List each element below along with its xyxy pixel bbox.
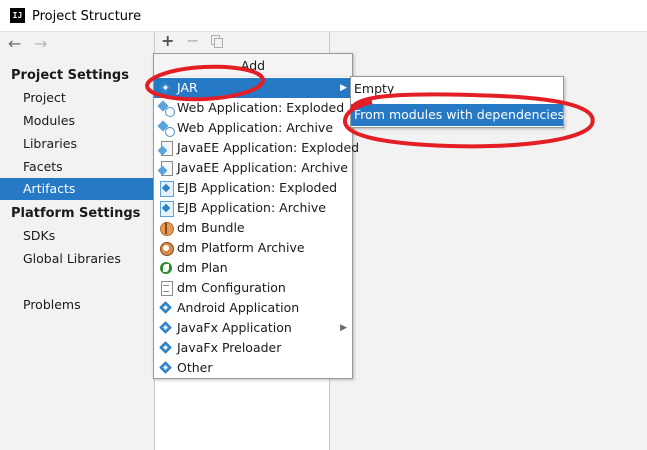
project-settings-header: Project Settings (11, 68, 129, 83)
menu-item-label: Android Application (177, 300, 300, 315)
sidebar-item-sdks[interactable]: SDKs (0, 225, 154, 247)
submenu-arrow-icon: ▶ (340, 83, 347, 93)
ejb-icon (159, 181, 174, 197)
other-icon (159, 361, 173, 375)
sidebar-item-libraries[interactable]: Libraries (0, 133, 154, 155)
menu-item-other[interactable]: Other (154, 358, 352, 378)
menu-item-dm-configuration[interactable]: dm Configuration (154, 278, 352, 298)
menu-item-javafx-preloader[interactable]: JavaFx Preloader (154, 338, 352, 358)
sidebar-item-problems[interactable]: Problems (0, 294, 154, 316)
plan-icon (159, 261, 173, 275)
sidebar-item-global-libraries[interactable]: Global Libraries (0, 248, 154, 270)
bundle-icon (159, 221, 174, 236)
menu-item-ejb-archive[interactable]: EJB Application: Archive (154, 198, 352, 218)
title-bar: IJ Project Structure (0, 0, 647, 32)
menu-item-label: dm Configuration (177, 280, 286, 295)
jar-icon (159, 81, 173, 95)
menu-item-ejb-exploded[interactable]: EJB Application: Exploded (154, 178, 352, 198)
window-title: Project Structure (32, 9, 142, 24)
add-artifact-menu: Add JAR ▶ Web Application: Exploded Web … (153, 53, 359, 379)
copy-icon[interactable] (211, 35, 223, 49)
menu-item-label: EJB Application: Exploded (177, 180, 338, 195)
menu-item-javaee-archive[interactable]: JavaEE Application: Archive (154, 158, 352, 178)
menu-item-dm-bundle[interactable]: dm Bundle (154, 218, 352, 238)
remove-icon[interactable]: − (186, 33, 199, 49)
menu-item-label: Web Application: Archive (177, 120, 334, 135)
sidebar-item-project[interactable]: Project (0, 87, 154, 109)
submenu-item-from-modules[interactable]: From modules with dependencies... (351, 104, 576, 126)
configuration-icon (159, 281, 173, 296)
javafx-icon (159, 341, 173, 355)
menu-item-android-application[interactable]: Android Application (154, 298, 352, 318)
android-icon (159, 301, 173, 315)
menu-item-label: JavaEE Application: Exploded (177, 140, 360, 155)
menu-item-label: JavaFx Preloader (177, 340, 282, 355)
sidebar-item-modules[interactable]: Modules (0, 110, 154, 132)
menu-item-javafx-application[interactable]: JavaFx Application ▶ (154, 318, 352, 338)
submenu-arrow-icon: ▶ (340, 323, 347, 333)
menu-item-javaee-exploded[interactable]: JavaEE Application: Exploded (154, 138, 359, 158)
sidebar-item-facets[interactable]: Facets (0, 156, 154, 178)
javaee-icon (159, 161, 173, 176)
ejb-icon (159, 201, 174, 217)
sidebar-item-artifacts[interactable]: Artifacts (0, 178, 154, 200)
menu-item-label: JAR (177, 80, 198, 95)
menu-item-web-app-archive[interactable]: Web Application: Archive (154, 118, 352, 138)
menu-item-dm-plan[interactable]: dm Plan (154, 258, 352, 278)
menu-item-label: Other (177, 360, 213, 375)
web-app-icon (159, 121, 175, 137)
platform-archive-icon (159, 241, 174, 256)
menu-item-dm-platform-archive[interactable]: dm Platform Archive (154, 238, 352, 258)
artifacts-toolbar: + − (155, 32, 329, 52)
menu-item-label: dm Plan (177, 260, 228, 275)
menu-item-label: JavaEE Application: Archive (177, 160, 348, 175)
menu-item-label: EJB Application: Archive (177, 200, 326, 215)
menu-item-label: dm Bundle (177, 220, 245, 235)
forward-arrow-icon[interactable]: → (34, 36, 47, 52)
menu-item-label: JavaFx Application (177, 320, 292, 335)
menu-item-web-app-exploded[interactable]: Web Application: Exploded (154, 98, 352, 118)
add-icon[interactable]: + (161, 33, 174, 49)
javafx-icon (159, 321, 173, 335)
submenu-item-empty[interactable]: Empty (351, 78, 563, 100)
jar-submenu: Empty From modules with dependencies... (350, 76, 576, 128)
web-app-icon (159, 101, 175, 117)
back-arrow-icon[interactable]: ← (8, 36, 21, 52)
menu-item-label: dm Platform Archive (177, 240, 305, 255)
menu-header-add: Add (154, 54, 352, 77)
javaee-icon (159, 141, 173, 156)
settings-sidebar: ← → Project Settings Project Modules Lib… (0, 32, 155, 450)
menu-item-label: Web Application: Exploded (177, 100, 345, 115)
platform-settings-header: Platform Settings (11, 206, 141, 221)
intellij-app-icon: IJ (10, 8, 25, 23)
menu-item-jar[interactable]: JAR ▶ (154, 78, 352, 98)
